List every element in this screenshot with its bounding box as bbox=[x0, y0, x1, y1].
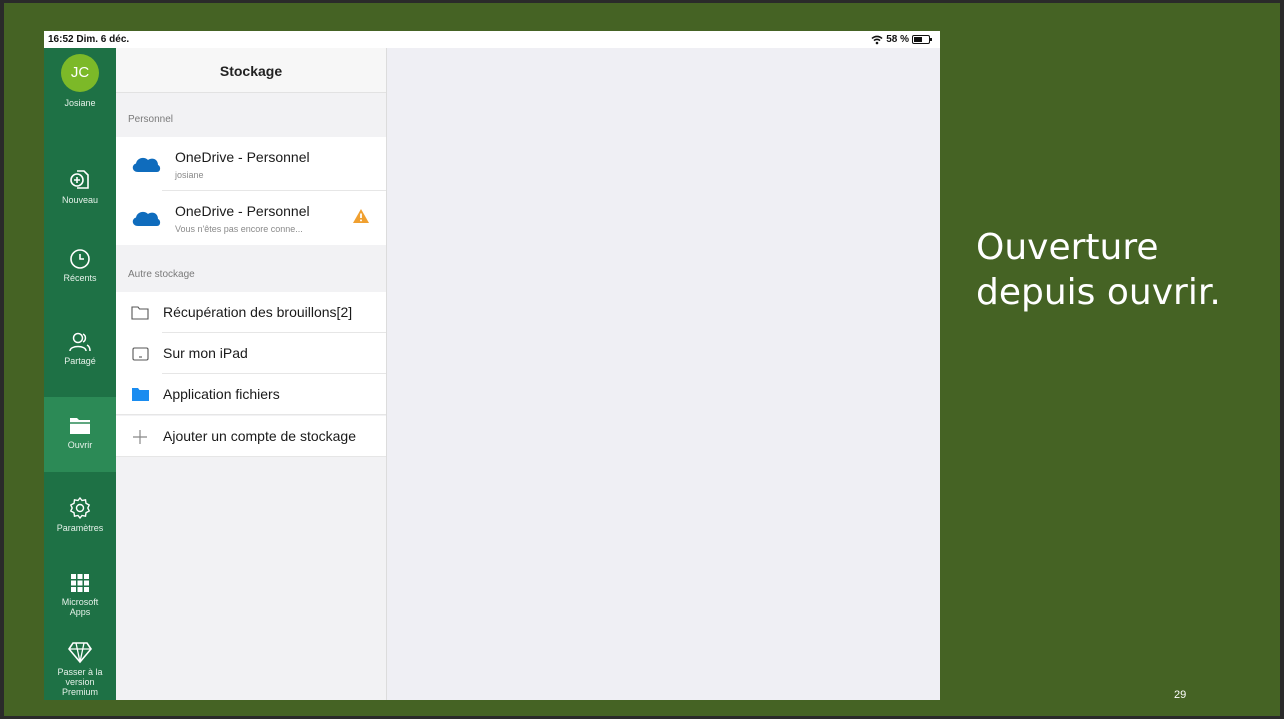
apps-grid-icon bbox=[71, 574, 89, 592]
onedrive-icon bbox=[132, 211, 161, 226]
avatar[interactable]: JC bbox=[61, 54, 99, 92]
sidebar-item-partage[interactable]: Partagé bbox=[44, 331, 116, 391]
sidebar-item-label: Microsoft Apps bbox=[61, 597, 99, 617]
sidebar-item-parametres[interactable]: Paramètres bbox=[44, 496, 116, 556]
list-item-application-fichiers[interactable]: Application fichiers bbox=[116, 374, 386, 415]
slide-number: 29 bbox=[1174, 689, 1187, 701]
sidebar-item-label: Paramètres bbox=[56, 523, 104, 533]
row-title: Ajouter un compte de stockage bbox=[163, 428, 357, 444]
row-title: OneDrive - Personnel bbox=[175, 149, 310, 165]
divider bbox=[116, 456, 386, 457]
panel-title: Stockage bbox=[116, 48, 386, 93]
battery-icon bbox=[912, 35, 932, 44]
row-title: OneDrive - Personnel bbox=[175, 203, 310, 219]
row-title: Application fichiers bbox=[163, 386, 280, 402]
list-item-ajouter-compte[interactable]: Ajouter un compte de stockage bbox=[116, 416, 386, 457]
sidebar-item-label: Ouvrir bbox=[67, 440, 93, 450]
sidebar-item-label: Nouveau bbox=[61, 195, 99, 205]
shared-people-icon bbox=[69, 332, 91, 352]
list-item-recuperation-brouillons[interactable]: Récupération des brouillons[2] bbox=[116, 292, 386, 333]
status-indicators: 58 % bbox=[871, 34, 932, 45]
storage-panel: Stockage Personnel OneDrive - Personnel … bbox=[116, 48, 387, 700]
warning-icon bbox=[353, 209, 369, 223]
battery-percent: 58 % bbox=[886, 34, 909, 45]
row-subtitle: josiane bbox=[175, 170, 204, 180]
ipad-screenshot: 16:52 Dim. 6 déc. 58 % JC Josiane Nouvea… bbox=[44, 31, 940, 700]
sidebar-item-ouvrir[interactable]: Ouvrir bbox=[44, 397, 116, 472]
status-time-date: 16:52 Dim. 6 déc. bbox=[48, 34, 129, 45]
account-button[interactable]: JC Josiane bbox=[44, 54, 116, 108]
diamond-icon bbox=[68, 642, 92, 664]
sidebar-item-label: Partagé bbox=[64, 356, 96, 366]
onedrive-icon bbox=[132, 157, 161, 172]
wifi-icon bbox=[871, 35, 883, 44]
sidebar-item-nouveau[interactable]: Nouveau bbox=[44, 168, 116, 228]
slide-caption: Ouverture depuis ouvrir. bbox=[976, 227, 1221, 313]
status-time: 16:52 bbox=[48, 34, 74, 45]
content-area bbox=[387, 48, 940, 700]
slide: 16:52 Dim. 6 déc. 58 % JC Josiane Nouvea… bbox=[4, 3, 1280, 716]
status-bar: 16:52 Dim. 6 déc. 58 % bbox=[44, 31, 940, 48]
list-item-sur-mon-ipad[interactable]: Sur mon iPad bbox=[116, 333, 386, 374]
folder-outline-icon bbox=[131, 306, 149, 320]
row-subtitle: Vous n'êtes pas encore conne... bbox=[175, 224, 303, 234]
list-item-onedrive-personal-warning[interactable]: OneDrive - Personnel Vous n'êtes pas enc… bbox=[116, 191, 386, 245]
sidebar-item-premium[interactable]: Passer à la version Premium bbox=[44, 640, 116, 700]
sidebar-item-label: Passer à la version Premium bbox=[57, 667, 103, 697]
sidebar-item-label: Récents bbox=[63, 273, 97, 283]
app-sidebar: JC Josiane Nouveau Récents Partagé Ouvri… bbox=[44, 48, 116, 700]
ipad-icon bbox=[132, 347, 149, 361]
plus-icon bbox=[133, 430, 147, 444]
clock-icon bbox=[70, 249, 90, 269]
status-date: Dim. 6 déc. bbox=[76, 34, 130, 45]
folder-open-icon bbox=[70, 418, 90, 434]
gear-icon bbox=[69, 496, 91, 520]
divider bbox=[116, 414, 386, 415]
section-label-personnel: Personnel bbox=[128, 114, 174, 125]
row-title: Sur mon iPad bbox=[163, 345, 248, 361]
account-name: Josiane bbox=[64, 98, 96, 108]
row-title: Récupération des brouillons[2] bbox=[163, 304, 353, 320]
sidebar-item-recents[interactable]: Récents bbox=[44, 248, 116, 308]
new-document-icon bbox=[70, 170, 89, 189]
list-item-onedrive-personal[interactable]: OneDrive - Personnel josiane bbox=[116, 137, 386, 191]
files-folder-icon bbox=[132, 388, 149, 401]
section-label-autre-stockage: Autre stockage bbox=[128, 269, 195, 280]
sidebar-item-microsoft-apps[interactable]: Microsoft Apps bbox=[44, 572, 116, 632]
